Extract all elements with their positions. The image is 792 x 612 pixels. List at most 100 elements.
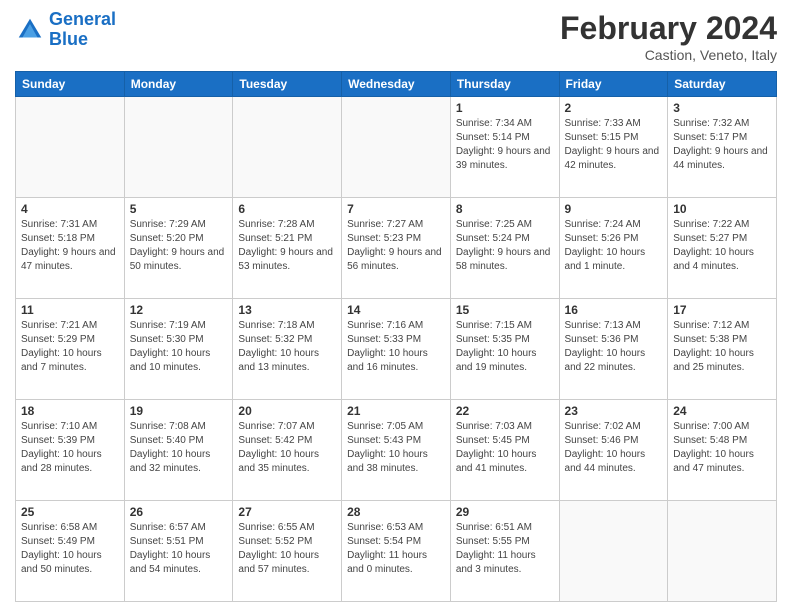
day-info: Sunrise: 7:32 AM Sunset: 5:17 PM Dayligh… xyxy=(673,117,771,173)
day-number: 22 xyxy=(456,404,554,418)
day-info: Sunrise: 7:05 AM Sunset: 5:43 PM Dayligh… xyxy=(347,420,445,476)
day-info: Sunrise: 7:27 AM Sunset: 5:23 PM Dayligh… xyxy=(347,218,445,274)
calendar-week-row: 11 Sunrise: 7:21 AM Sunset: 5:29 PM Dayli… xyxy=(16,299,777,400)
day-number: 6 xyxy=(238,202,336,216)
day-info: Sunrise: 6:51 AM Sunset: 5:55 PM Dayligh… xyxy=(456,521,554,577)
calendar-week-row: 18 Sunrise: 7:10 AM Sunset: 5:39 PM Dayli… xyxy=(16,400,777,501)
table-row: 8Sunrise: 7:25 AM Sunset: 5:24 PM Daylig… xyxy=(450,198,559,299)
table-row xyxy=(342,97,451,198)
col-wednesday: Wednesday xyxy=(342,72,451,97)
day-number: 18 xyxy=(21,404,119,418)
day-info: Sunrise: 7:08 AM Sunset: 5:40 PM Dayligh… xyxy=(130,420,228,476)
table-row: 27 Sunrise: 6:55 AM Sunset: 5:52 PM Dayli… xyxy=(233,501,342,602)
day-info: Sunrise: 7:21 AM Sunset: 5:29 PM Dayligh… xyxy=(21,319,119,375)
day-info: Sunrise: 7:24 AM Sunset: 5:26 PM Dayligh… xyxy=(565,218,663,274)
logo-blue: Blue xyxy=(49,29,88,49)
day-info: Sunrise: 7:22 AM Sunset: 5:27 PM Dayligh… xyxy=(673,218,771,274)
table-row: 12 Sunrise: 7:19 AM Sunset: 5:30 PM Dayli… xyxy=(124,299,233,400)
day-number: 24 xyxy=(673,404,771,418)
table-row xyxy=(559,501,668,602)
day-number: 10 xyxy=(673,202,771,216)
day-info: Sunrise: 7:10 AM Sunset: 5:39 PM Dayligh… xyxy=(21,420,119,476)
day-number: 26 xyxy=(130,505,228,519)
table-row: 15 Sunrise: 7:15 AM Sunset: 5:35 PM Dayli… xyxy=(450,299,559,400)
day-number: 28 xyxy=(347,505,445,519)
day-number: 4 xyxy=(21,202,119,216)
logo: General Blue xyxy=(15,10,116,50)
table-row: 13 Sunrise: 7:18 AM Sunset: 5:32 PM Dayli… xyxy=(233,299,342,400)
day-info: Sunrise: 6:58 AM Sunset: 5:49 PM Dayligh… xyxy=(21,521,119,577)
day-info: Sunrise: 7:19 AM Sunset: 5:30 PM Dayligh… xyxy=(130,319,228,375)
table-row: 7 Sunrise: 7:27 AM Sunset: 5:23 PM Daylig… xyxy=(342,198,451,299)
table-row: 11 Sunrise: 7:21 AM Sunset: 5:29 PM Dayli… xyxy=(16,299,125,400)
day-number: 20 xyxy=(238,404,336,418)
table-row: 18 Sunrise: 7:10 AM Sunset: 5:39 PM Dayli… xyxy=(16,400,125,501)
calendar-header-row: Sunday Monday Tuesday Wednesday Thursday… xyxy=(16,72,777,97)
col-thursday: Thursday xyxy=(450,72,559,97)
table-row: 24 Sunrise: 7:00 AM Sunset: 5:48 PM Dayli… xyxy=(668,400,777,501)
day-number: 13 xyxy=(238,303,336,317)
day-info: Sunrise: 7:03 AM Sunset: 5:45 PM Dayligh… xyxy=(456,420,554,476)
day-number: 3 xyxy=(673,101,771,115)
col-sunday: Sunday xyxy=(16,72,125,97)
table-row: 14 Sunrise: 7:16 AM Sunset: 5:33 PM Dayli… xyxy=(342,299,451,400)
table-row: 3 Sunrise: 7:32 AM Sunset: 5:17 PM Daylig… xyxy=(668,97,777,198)
day-info: Sunrise: 7:18 AM Sunset: 5:32 PM Dayligh… xyxy=(238,319,336,375)
day-number: 23 xyxy=(565,404,663,418)
day-number: 8 xyxy=(456,202,554,216)
day-info: Sunrise: 7:00 AM Sunset: 5:48 PM Dayligh… xyxy=(673,420,771,476)
table-row: 6 Sunrise: 7:28 AM Sunset: 5:21 PM Daylig… xyxy=(233,198,342,299)
day-number: 15 xyxy=(456,303,554,317)
day-info: Sunrise: 7:07 AM Sunset: 5:42 PM Dayligh… xyxy=(238,420,336,476)
title-block: February 2024 Castion, Veneto, Italy xyxy=(560,10,777,63)
table-row: 29 Sunrise: 6:51 AM Sunset: 5:55 PM Dayli… xyxy=(450,501,559,602)
table-row: 2Sunrise: 7:33 AM Sunset: 5:15 PM Daylig… xyxy=(559,97,668,198)
table-row: 28 Sunrise: 6:53 AM Sunset: 5:54 PM Dayli… xyxy=(342,501,451,602)
day-number: 27 xyxy=(238,505,336,519)
day-number: 11 xyxy=(21,303,119,317)
table-row: 21Sunrise: 7:05 AM Sunset: 5:43 PM Dayli… xyxy=(342,400,451,501)
table-row: 1 Sunrise: 7:34 AM Sunset: 5:14 PM Daylig… xyxy=(450,97,559,198)
day-info: Sunrise: 6:55 AM Sunset: 5:52 PM Dayligh… xyxy=(238,521,336,577)
day-number: 1 xyxy=(456,101,554,115)
day-number: 7 xyxy=(347,202,445,216)
day-info: Sunrise: 7:15 AM Sunset: 5:35 PM Dayligh… xyxy=(456,319,554,375)
table-row: 5 Sunrise: 7:29 AM Sunset: 5:20 PM Daylig… xyxy=(124,198,233,299)
table-row: 16 Sunrise: 7:13 AM Sunset: 5:36 PM Dayli… xyxy=(559,299,668,400)
table-row: 10 Sunrise: 7:22 AM Sunset: 5:27 PM Dayli… xyxy=(668,198,777,299)
table-row xyxy=(16,97,125,198)
day-number: 25 xyxy=(21,505,119,519)
logo-text: General Blue xyxy=(49,10,116,50)
day-number: 5 xyxy=(130,202,228,216)
col-tuesday: Tuesday xyxy=(233,72,342,97)
day-info: Sunrise: 7:29 AM Sunset: 5:20 PM Dayligh… xyxy=(130,218,228,274)
table-row: 19Sunrise: 7:08 AM Sunset: 5:40 PM Dayli… xyxy=(124,400,233,501)
table-row xyxy=(124,97,233,198)
logo-general: General xyxy=(49,9,116,29)
day-number: 17 xyxy=(673,303,771,317)
table-row: 20 Sunrise: 7:07 AM Sunset: 5:42 PM Dayli… xyxy=(233,400,342,501)
day-info: Sunrise: 7:13 AM Sunset: 5:36 PM Dayligh… xyxy=(565,319,663,375)
table-row: 23Sunrise: 7:02 AM Sunset: 5:46 PM Dayli… xyxy=(559,400,668,501)
day-info: Sunrise: 7:33 AM Sunset: 5:15 PM Dayligh… xyxy=(565,117,663,173)
day-number: 14 xyxy=(347,303,445,317)
day-number: 16 xyxy=(565,303,663,317)
calendar-table: Sunday Monday Tuesday Wednesday Thursday… xyxy=(15,71,777,602)
day-info: Sunrise: 7:16 AM Sunset: 5:33 PM Dayligh… xyxy=(347,319,445,375)
day-info: Sunrise: 7:28 AM Sunset: 5:21 PM Dayligh… xyxy=(238,218,336,274)
table-row xyxy=(233,97,342,198)
table-row: 9Sunrise: 7:24 AM Sunset: 5:26 PM Daylig… xyxy=(559,198,668,299)
table-row: 25 Sunrise: 6:58 AM Sunset: 5:49 PM Dayli… xyxy=(16,501,125,602)
day-number: 12 xyxy=(130,303,228,317)
col-friday: Friday xyxy=(559,72,668,97)
table-row: 4Sunrise: 7:31 AM Sunset: 5:18 PM Daylig… xyxy=(16,198,125,299)
page: General Blue February 2024 Castion, Vene… xyxy=(0,0,792,612)
calendar-week-row: 1 Sunrise: 7:34 AM Sunset: 5:14 PM Daylig… xyxy=(16,97,777,198)
day-number: 29 xyxy=(456,505,554,519)
day-info: Sunrise: 6:57 AM Sunset: 5:51 PM Dayligh… xyxy=(130,521,228,577)
day-info: Sunrise: 6:53 AM Sunset: 5:54 PM Dayligh… xyxy=(347,521,445,577)
day-info: Sunrise: 7:34 AM Sunset: 5:14 PM Dayligh… xyxy=(456,117,554,173)
col-saturday: Saturday xyxy=(668,72,777,97)
calendar-week-row: 4Sunrise: 7:31 AM Sunset: 5:18 PM Daylig… xyxy=(16,198,777,299)
day-info: Sunrise: 7:12 AM Sunset: 5:38 PM Dayligh… xyxy=(673,319,771,375)
